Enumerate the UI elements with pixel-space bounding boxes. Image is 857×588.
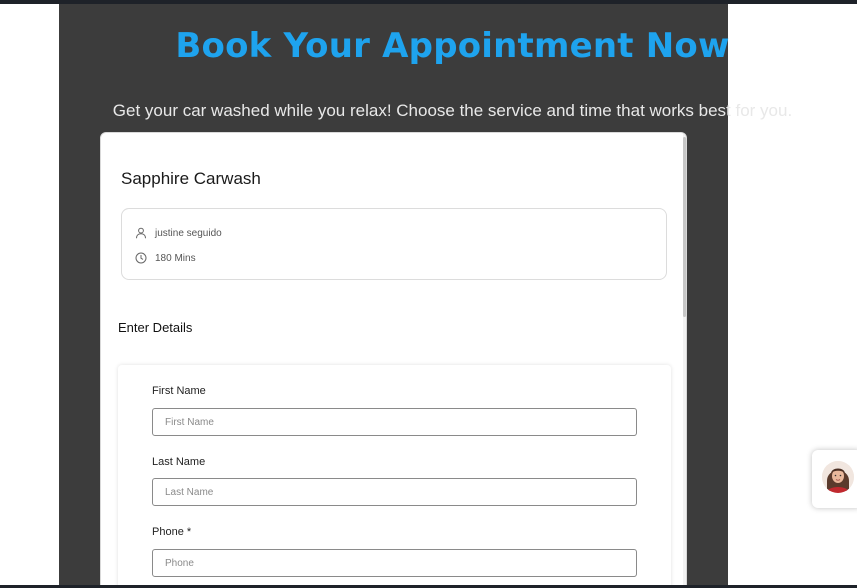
page-title: Book Your Appointment Now: [175, 26, 730, 66]
duration-value: 180 Mins: [155, 252, 196, 264]
business-name: Sapphire Carwash: [121, 169, 261, 188]
section-title-details: Enter Details: [118, 320, 193, 335]
first-name-label: First Name: [152, 385, 206, 397]
card-scrollbar-thumb[interactable]: [683, 137, 686, 317]
first-name-input[interactable]: [152, 408, 637, 436]
phone-label: Phone *: [152, 526, 192, 538]
clock-icon: [135, 252, 147, 264]
card-scrollbar[interactable]: [683, 133, 686, 587]
chat-widget-button[interactable]: [812, 450, 857, 508]
last-name-input[interactable]: [152, 478, 637, 506]
host-name: justine seguido: [155, 227, 222, 239]
agent-avatar-icon[interactable]: [822, 461, 854, 493]
booking-summary: justine seguido 180 Mins: [121, 208, 667, 280]
booking-card: Sapphire Carwash justine seguido 180 Min…: [100, 132, 687, 588]
phone-input[interactable]: [152, 549, 637, 577]
duration-row: 180 Mins: [135, 252, 196, 264]
booking-panel: Book Your Appointment Now Get your car w…: [59, 4, 792, 588]
user-icon: [136, 227, 146, 239]
host-row: justine seguido: [135, 227, 222, 239]
last-name-label: Last Name: [152, 456, 206, 468]
details-form: First Name Last Name Phone *: [118, 365, 671, 587]
page-subtitle: Get your car washed while you relax! Cho…: [112, 101, 793, 120]
